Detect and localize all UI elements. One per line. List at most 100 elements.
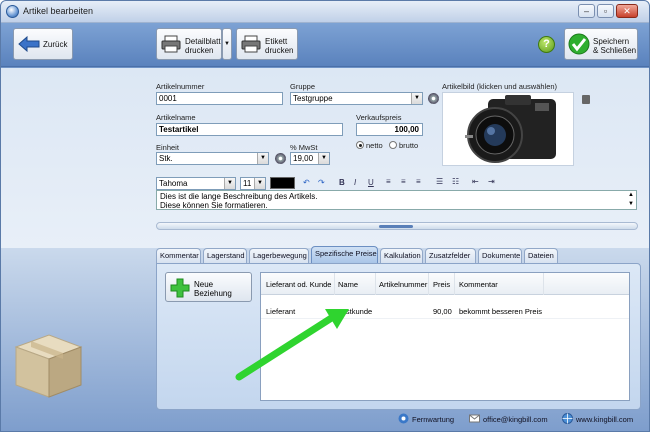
toolbar: Zurück Detailblatt drucken ▼ Etikett dru… xyxy=(1,23,649,67)
outdent-icon[interactable]: ⇤ xyxy=(472,177,479,186)
text-color-button[interactable] xyxy=(270,177,295,189)
app-icon xyxy=(6,5,19,18)
column-header[interactable]: Kommentar xyxy=(459,280,498,289)
save-close-button[interactable]: Speichern & Schließen xyxy=(564,28,638,60)
tab-kommentar[interactable]: Kommentar xyxy=(156,248,201,263)
unit-select[interactable]: Stk. ▼ xyxy=(156,152,269,165)
article-number-input[interactable]: 0001 xyxy=(156,92,283,105)
undo-icon[interactable]: ↶ xyxy=(303,178,310,187)
bold-button[interactable]: B xyxy=(339,178,345,187)
back-arrow-icon xyxy=(18,36,40,52)
column-divider[interactable] xyxy=(428,273,429,295)
package-box-icon xyxy=(14,334,83,398)
print-options-dropdown[interactable]: ▼ xyxy=(222,28,232,60)
maximize-button[interactable]: ▫ xyxy=(597,4,614,18)
align-center-icon[interactable]: ≡ xyxy=(401,177,406,186)
unit-label: Einheit xyxy=(156,143,179,152)
support-icon xyxy=(398,413,409,424)
price-input[interactable]: 100,00 xyxy=(356,123,423,136)
back-label: Zurück xyxy=(43,40,68,49)
tab-lagerbewegung[interactable]: Lagerbewegung xyxy=(249,248,309,263)
tab-dokumente[interactable]: Dokumente xyxy=(478,248,522,263)
help-icon[interactable]: ? xyxy=(538,36,555,53)
splitter-handle[interactable] xyxy=(156,222,638,230)
italic-button[interactable]: I xyxy=(354,178,356,187)
tab-spezifische-preise[interactable]: Spezifische Preise xyxy=(311,246,378,263)
gear-icon[interactable] xyxy=(428,93,439,104)
article-image[interactable] xyxy=(442,92,574,166)
print-detail-label: Detailblatt drucken xyxy=(185,37,221,55)
check-icon xyxy=(568,33,590,55)
column-divider[interactable] xyxy=(543,273,544,295)
tab-zusatzfelder[interactable]: Zusatzfelder xyxy=(425,248,476,263)
gear-icon[interactable] xyxy=(275,153,286,164)
redo-icon[interactable]: ↷ xyxy=(318,178,325,187)
description-line-2: Diese können Sie formatieren. xyxy=(160,201,268,210)
footer-bar: Fernwartung office@kingbill.com www.king… xyxy=(1,408,649,431)
print-label-button[interactable]: Etikett drucken xyxy=(236,28,298,60)
article-number-label: Artikelnummer xyxy=(156,82,205,91)
netto-radio[interactable] xyxy=(356,141,364,149)
pointer-arrow xyxy=(235,309,349,381)
mail-icon xyxy=(469,414,480,423)
web-link[interactable]: www.kingbill.com xyxy=(576,415,633,424)
font-select[interactable]: Tahoma ▼ xyxy=(156,177,236,190)
font-size-value: 11 xyxy=(243,179,252,188)
scroll-down-icon[interactable]: ▼ xyxy=(628,200,634,209)
price-label: Verkaufspreis xyxy=(356,113,402,122)
chevron-down-icon: ▼ xyxy=(411,93,422,104)
align-left-icon[interactable]: ≡ xyxy=(386,177,391,186)
close-window-button[interactable]: ✕ xyxy=(616,4,638,18)
support-link[interactable]: Fernwartung xyxy=(412,415,454,424)
app-window: Artikel bearbeiten – ▫ ✕ Zurück Detailbl… xyxy=(0,0,650,432)
email-link[interactable]: office@kingbill.com xyxy=(483,415,548,424)
font-value: Tahoma xyxy=(159,179,188,188)
tab-lagerstand[interactable]: Lagerstand xyxy=(203,248,247,263)
save-close-label: Speichern & Schließen xyxy=(593,37,637,55)
unit-value: Stk. xyxy=(159,154,173,163)
numbered-list-icon[interactable]: ☷ xyxy=(452,177,459,186)
column-divider[interactable] xyxy=(375,273,376,295)
new-relation-button[interactable]: Neue Beziehung xyxy=(165,272,252,302)
align-right-icon[interactable]: ≡ xyxy=(416,177,421,186)
group-value: Testgruppe xyxy=(293,94,333,103)
cell-price: 90,00 xyxy=(433,307,452,316)
article-name-input[interactable]: Testartikel xyxy=(156,123,343,136)
brutto-radio[interactable] xyxy=(389,141,397,149)
indent-icon[interactable]: ⇥ xyxy=(488,177,495,186)
column-header[interactable]: Name xyxy=(338,280,358,289)
tab-dateien[interactable]: Dateien xyxy=(524,248,558,263)
column-header[interactable]: Preis xyxy=(433,280,450,289)
tab-kalkulation[interactable]: Kalkulation xyxy=(380,248,423,263)
column-divider[interactable] xyxy=(334,273,335,295)
scroll-up-icon[interactable]: ▲ xyxy=(628,191,634,200)
description-editor[interactable]: Dies ist die lange Beschreibung des Arti… xyxy=(156,190,637,210)
underline-button[interactable]: U xyxy=(368,178,374,187)
minimize-button[interactable]: – xyxy=(578,4,595,18)
netto-label: netto xyxy=(366,141,383,150)
print-detail-button[interactable]: Detailblatt drucken xyxy=(156,28,222,60)
font-size-select[interactable]: 11 ▼ xyxy=(240,177,266,190)
tab-panel: Neue Beziehung Lieferant od. Kunde Name … xyxy=(156,263,641,410)
printer-icon xyxy=(241,35,261,53)
column-divider[interactable] xyxy=(454,273,455,295)
back-button[interactable]: Zurück xyxy=(13,28,73,60)
vat-select[interactable]: 19,00 ▼ xyxy=(290,152,330,165)
cell-comment: bekommt besseren Preis xyxy=(459,307,542,316)
title-bar: Artikel bearbeiten – ▫ ✕ xyxy=(1,1,649,23)
vat-value: 19,00 xyxy=(293,154,314,163)
print-label-label: Etikett drucken xyxy=(265,37,294,55)
main-content: Artikelnummer 0001 Gruppe Testgruppe ▼ Ar… xyxy=(1,68,649,431)
camera-image xyxy=(465,95,556,163)
group-select[interactable]: Testgruppe ▼ xyxy=(290,92,423,105)
bullet-list-icon[interactable]: ☰ xyxy=(436,177,443,186)
table-header: Lieferant od. Kunde Name Artikelnummer P… xyxy=(261,273,629,295)
brutto-label: brutto xyxy=(399,141,419,150)
globe-icon xyxy=(562,413,573,424)
column-header[interactable]: Artikelnummer xyxy=(379,280,427,289)
printer-icon xyxy=(161,35,181,53)
new-relation-label: Neue Beziehung xyxy=(194,280,232,298)
vat-label: % MwSt xyxy=(290,143,318,152)
column-header[interactable]: Lieferant od. Kunde xyxy=(266,280,331,289)
trash-icon[interactable] xyxy=(582,95,590,104)
